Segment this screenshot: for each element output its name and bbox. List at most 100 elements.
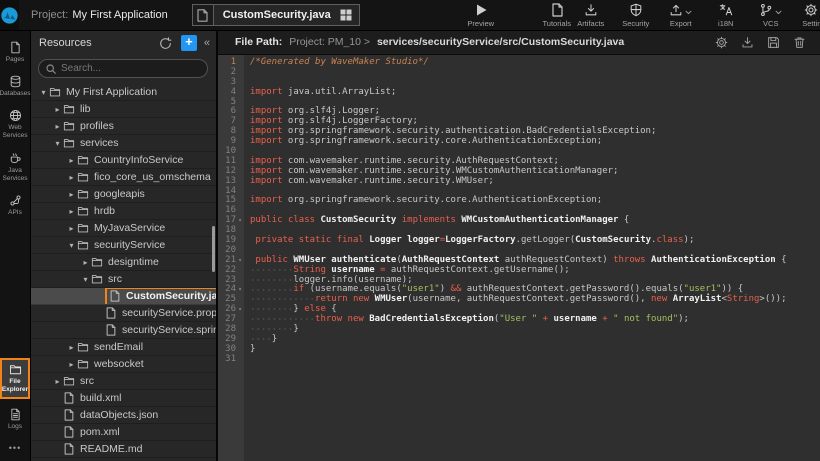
tree-item-src[interactable]: ▸src bbox=[30, 373, 216, 390]
folder-icon bbox=[77, 341, 89, 353]
editor-save-icon[interactable] bbox=[767, 36, 780, 49]
folder-icon bbox=[77, 188, 89, 200]
tree-item-profiles[interactable]: ▸profiles bbox=[30, 118, 216, 135]
caret-collapsed-icon[interactable]: ▸ bbox=[66, 360, 77, 369]
search-icon bbox=[46, 64, 56, 74]
tree-item-dataobjects-json[interactable]: dataObjects.json bbox=[30, 407, 216, 424]
fold-marker-icon[interactable]: ▾ bbox=[236, 216, 244, 226]
tree-item-label: securityService.properties bbox=[122, 307, 216, 319]
rail-item-apis[interactable]: APIs bbox=[0, 194, 30, 217]
caret-collapsed-icon[interactable]: ▸ bbox=[66, 190, 77, 199]
file-icon bbox=[63, 443, 75, 455]
fold-spacer bbox=[236, 107, 244, 117]
preview-button[interactable]: Preview bbox=[464, 3, 498, 28]
tree-item-label: CustomSecurity.java bbox=[126, 290, 216, 302]
tree-item-securityservice-spring-xml[interactable]: securityService.spring.xml bbox=[30, 322, 216, 339]
tree-item-designtime[interactable]: ▸designtime bbox=[30, 254, 216, 271]
tree-item-my-first-application[interactable]: ▾My First Application bbox=[30, 84, 216, 101]
file-icon bbox=[63, 392, 75, 404]
editor-settings-icon[interactable] bbox=[715, 36, 728, 49]
fold-spacer bbox=[236, 355, 244, 365]
fold-spacer bbox=[236, 196, 244, 206]
caret-expanded-icon[interactable]: ▾ bbox=[38, 88, 49, 97]
tree-item-hrdb[interactable]: ▸hrdb bbox=[30, 203, 216, 220]
editor-delete-icon[interactable] bbox=[793, 36, 806, 49]
tree-item-label: src bbox=[108, 273, 122, 285]
rail-item-logs[interactable]: Logs bbox=[0, 408, 30, 431]
caret-collapsed-icon[interactable]: ▸ bbox=[66, 156, 77, 165]
file-icon bbox=[63, 409, 75, 421]
tree-item-pom-xml[interactable]: pom.xml bbox=[30, 424, 216, 441]
caret-expanded-icon[interactable]: ▾ bbox=[66, 241, 77, 250]
rail-item-databases[interactable]: Databases bbox=[0, 75, 30, 98]
fold-spacer bbox=[236, 127, 244, 137]
tree-item-services[interactable]: ▾ services bbox=[30, 135, 216, 152]
code-line: public class CustomSecurity implements W… bbox=[250, 216, 820, 226]
i18n-button[interactable]: i18N bbox=[709, 3, 743, 28]
tree-item-fico-core-us-omschema[interactable]: ▸fico_core_us_omschema bbox=[30, 169, 216, 186]
code-area[interactable]: /*Generated by WaveMaker Studio*/ import… bbox=[244, 55, 820, 461]
wavemaker-logo-icon[interactable] bbox=[0, 0, 19, 30]
caret-collapsed-icon[interactable]: ▸ bbox=[66, 343, 77, 352]
search-input[interactable]: Search... bbox=[38, 59, 208, 78]
caret-expanded-icon[interactable]: ▾ bbox=[52, 139, 63, 148]
rail-item-java-services[interactable]: Java Services bbox=[0, 152, 30, 183]
panel-scrollbar[interactable] bbox=[212, 226, 215, 272]
tree-item-googleapis[interactable]: ▸googleapis bbox=[30, 186, 216, 203]
vcs-button[interactable]: VCS bbox=[754, 3, 788, 28]
security-button[interactable]: Security bbox=[619, 3, 653, 28]
fold-marker-icon[interactable]: ▾ bbox=[236, 305, 244, 315]
tree-item-readme-md[interactable]: README.md bbox=[30, 441, 216, 458]
add-resource-button[interactable]: + bbox=[181, 35, 197, 51]
caret-collapsed-icon[interactable]: ▸ bbox=[52, 105, 63, 114]
tree-item-websocket[interactable]: ▸websocket bbox=[30, 356, 216, 373]
code-line: } bbox=[250, 345, 820, 355]
caret-expanded-icon[interactable]: ▾ bbox=[80, 275, 91, 284]
fold-spacer bbox=[236, 236, 244, 246]
tree-item-securityservice[interactable]: ▾ securityService bbox=[30, 237, 216, 254]
tree-item-myjavaservice[interactable]: ▸MyJavaService bbox=[30, 220, 216, 237]
rail-item-pages[interactable]: Pages bbox=[0, 41, 30, 64]
code-line bbox=[250, 68, 820, 78]
tree-item-src[interactable]: ▾ src bbox=[30, 271, 216, 288]
tree-item-build-xml[interactable]: build.xml bbox=[30, 390, 216, 407]
tree-item-label: README.md bbox=[80, 443, 142, 455]
grid-icon[interactable] bbox=[340, 9, 352, 21]
tree-item-label: services bbox=[80, 137, 119, 149]
tree-item-label: securityService bbox=[94, 239, 165, 251]
settings-button[interactable]: Settings bbox=[799, 3, 820, 28]
file-icon bbox=[193, 5, 214, 25]
refresh-icon[interactable] bbox=[159, 37, 172, 50]
export-icon bbox=[669, 3, 683, 17]
rail-item-web-services[interactable]: Web Services bbox=[0, 109, 30, 140]
export-button-label: Export bbox=[670, 19, 692, 28]
tree-item-customsecurity-java[interactable]: CustomSecurity.java bbox=[30, 288, 216, 305]
search-placeholder: Search... bbox=[61, 63, 101, 74]
editor-download-icon[interactable] bbox=[741, 36, 754, 49]
rail-item-file-explorer[interactable]: File Explorer bbox=[0, 358, 30, 399]
fold-marker-icon[interactable]: ▾ bbox=[236, 256, 244, 266]
rail-more-button[interactable]: ••• bbox=[9, 443, 21, 453]
tree-item-sendemail[interactable]: ▸ sendEmail bbox=[30, 339, 216, 356]
rail-item-pages-label: Pages bbox=[6, 56, 24, 64]
export-button[interactable]: Export bbox=[664, 3, 698, 28]
artifacts-button[interactable]: Artifacts bbox=[574, 3, 608, 28]
tab-customsecurity-java[interactable]: CustomSecurity.java bbox=[192, 4, 360, 26]
caret-collapsed-icon[interactable]: ▸ bbox=[80, 258, 91, 267]
fold-spacer bbox=[236, 167, 244, 177]
tree-item-label: sendEmail bbox=[94, 341, 143, 353]
caret-collapsed-icon[interactable]: ▸ bbox=[66, 224, 77, 233]
tree-item-securityservice-properties[interactable]: securityService.properties bbox=[30, 305, 216, 322]
caret-collapsed-icon[interactable]: ▸ bbox=[66, 173, 77, 182]
caret-collapsed-icon[interactable]: ▸ bbox=[52, 122, 63, 131]
tree-item-countryinfoservice[interactable]: ▸CountryInfoService bbox=[30, 152, 216, 169]
collapse-panel-icon[interactable]: « bbox=[204, 37, 210, 49]
tree-item-lib[interactable]: ▸lib bbox=[30, 101, 216, 118]
fold-marker-icon[interactable]: ▾ bbox=[236, 285, 244, 295]
caret-collapsed-icon[interactable]: ▸ bbox=[52, 377, 63, 386]
caret-collapsed-icon[interactable]: ▸ bbox=[66, 207, 77, 216]
folder-icon bbox=[63, 103, 75, 115]
tutorials-button[interactable]: Tutorials bbox=[540, 3, 574, 28]
topbar-actions: Artifacts Security Export i18N VCS Settings bbox=[574, 3, 820, 28]
project-name[interactable]: My First Application bbox=[72, 9, 167, 21]
